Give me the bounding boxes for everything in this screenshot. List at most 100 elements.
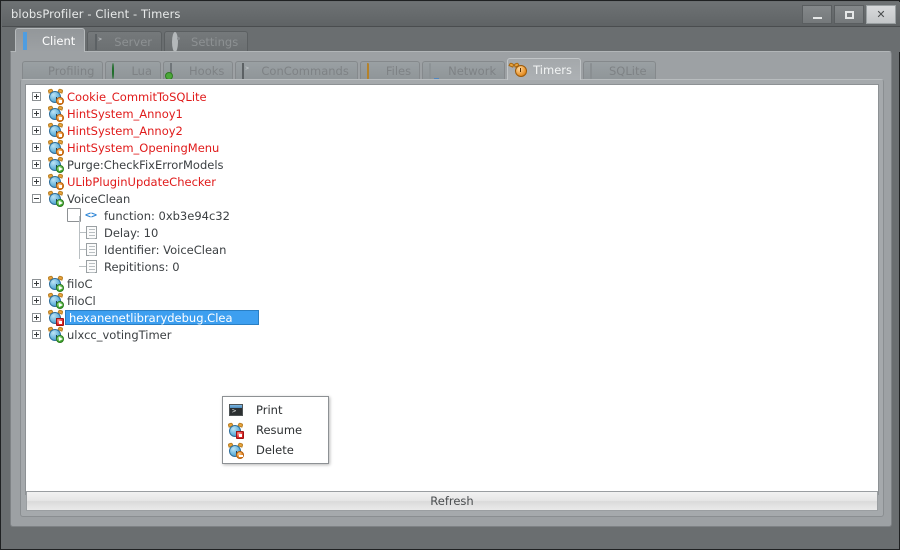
maximize-button[interactable] <box>834 5 864 24</box>
minimize-icon <box>812 16 822 19</box>
expand-toggle-icon[interactable] <box>32 296 41 305</box>
gear-icon <box>172 32 186 52</box>
timer-stopped-icon <box>47 309 64 326</box>
tab-timers-label: Timers <box>533 62 572 77</box>
timer-detail: function: 0xb3e94c32 <box>104 208 230 223</box>
globe-icon <box>112 63 126 79</box>
timer-name: HintSystem_Annoy2 <box>67 123 183 138</box>
table-row[interactable]: filoCl <box>26 292 878 309</box>
tab-sqlite-label: SQLite <box>609 64 647 78</box>
tab-lua-label: Lua <box>131 64 153 78</box>
context-menu-delete-label: Delete <box>256 443 294 457</box>
title-bar: blobsProfiler - Client - Timers ✕ <box>2 2 900 27</box>
timer-name: ULibPluginUpdateChecker <box>67 174 216 189</box>
expand-toggle-icon[interactable] <box>32 313 41 322</box>
table-row[interactable]: ULibPluginUpdateChecker <box>26 173 878 190</box>
timer-paused-icon <box>47 105 64 122</box>
table-row[interactable]: Purge:CheckFixErrorModels <box>26 156 878 173</box>
maximize-icon <box>844 10 854 19</box>
console-icon <box>228 402 244 418</box>
expand-toggle-icon[interactable] <box>32 143 41 152</box>
refresh-button[interactable]: Refresh <box>26 491 878 511</box>
hooks-icon <box>170 63 184 79</box>
timer-paused-icon <box>47 173 64 190</box>
timer-name: HintSystem_Annoy1 <box>67 106 183 121</box>
code-icon: <> <box>84 210 98 221</box>
context-menu-item-delete[interactable]: Delete <box>223 440 328 460</box>
timer-running-icon <box>47 275 64 292</box>
refresh-button-label: Refresh <box>430 494 474 508</box>
inner-tab-bar: Profiling Lua Hooks ConCommands Files Ne… <box>11 57 891 80</box>
tab-hooks[interactable]: Hooks <box>163 61 234 80</box>
table-row[interactable]: ulxcc_votingTimer <box>26 326 878 343</box>
expand-toggle-icon[interactable] <box>32 177 41 186</box>
alarm-clock-icon <box>508 61 528 77</box>
list-item[interactable]: <> function: 0xb3e94c32 <box>26 207 878 224</box>
hourglass-icon <box>29 64 43 78</box>
tab-profiling[interactable]: Profiling <box>22 61 104 80</box>
context-menu-resume-label: Resume <box>256 423 303 437</box>
tab-network[interactable]: Network <box>422 61 506 80</box>
tab-sqlite[interactable]: SQLite <box>583 61 656 80</box>
close-button[interactable]: ✕ <box>866 5 896 24</box>
folder-icon <box>366 63 381 79</box>
timer-name: Cookie_CommitToSQLite <box>67 89 207 104</box>
list-item: Delay: 10 <box>26 216 878 241</box>
context-menu-print-label: Print <box>256 403 283 417</box>
list-item: Repititions: 0 <box>26 250 878 275</box>
tab-timers[interactable]: Timers <box>507 58 581 80</box>
window-controls: ✕ <box>802 5 896 24</box>
tree-rows: Cookie_CommitToSQLite HintSystem_Annoy1 <box>26 88 878 343</box>
tab-lua[interactable]: Lua <box>105 61 162 80</box>
timer-name: filoC <box>67 276 93 291</box>
table-row[interactable]: HintSystem_OpeningMenu <box>26 139 878 156</box>
tab-hooks-label: Hooks <box>189 64 225 78</box>
tab-settings[interactable]: Settings <box>164 31 249 52</box>
timer-detail: Delay: 10 <box>104 225 159 240</box>
tab-server[interactable]: Server <box>87 31 163 52</box>
expand-toggle-icon[interactable] <box>32 109 41 118</box>
context-menu[interactable]: Print Resume <box>222 396 329 464</box>
close-icon: ✕ <box>876 8 886 21</box>
timer-detail: Identifier: VoiceClean <box>104 242 227 257</box>
list-item: Identifier: VoiceClean <box>26 233 878 258</box>
timer-running-icon <box>47 156 64 173</box>
expand-toggle-icon[interactable] <box>32 279 41 288</box>
tab-client[interactable]: Client <box>15 28 86 52</box>
tab-files[interactable]: Files <box>359 61 421 80</box>
network-icon <box>429 63 443 79</box>
tab-settings-label: Settings <box>191 35 239 49</box>
table-row[interactable]: HintSystem_Annoy2 <box>26 122 878 139</box>
timer-running-icon <box>47 292 64 309</box>
expand-toggle-icon[interactable] <box>32 330 41 339</box>
minimize-button[interactable] <box>802 5 832 24</box>
timer-name: filoCl <box>67 293 96 308</box>
timer-name: hexanenetlibrarydebug.Clea <box>69 310 233 325</box>
timer-running-icon <box>47 326 64 343</box>
timer-paused-icon <box>47 139 64 156</box>
timers-content-panel: Cookie_CommitToSQLite HintSystem_Annoy1 <box>20 79 884 517</box>
timer-detail: Repititions: 0 <box>104 259 180 274</box>
context-menu-item-print[interactable]: Print <box>223 400 328 420</box>
expand-toggle-icon[interactable] <box>32 160 41 169</box>
table-row-selected[interactable]: hexanenetlibrarydebug.Clea <box>26 309 878 326</box>
tab-files-label: Files <box>385 64 412 78</box>
collapse-toggle-icon[interactable] <box>32 194 41 203</box>
clock-delete-icon <box>227 442 244 459</box>
client-panel: Profiling Lua Hooks ConCommands Files Ne… <box>10 51 892 527</box>
table-row[interactable]: filoC <box>26 275 878 292</box>
timers-tree[interactable]: Cookie_CommitToSQLite HintSystem_Annoy1 <box>25 84 879 495</box>
document-icon <box>86 226 97 239</box>
document-icon <box>86 243 97 256</box>
expand-toggle-icon[interactable] <box>32 92 41 101</box>
tab-server-label: Server <box>114 35 153 49</box>
tab-concommands[interactable]: ConCommands <box>235 61 358 80</box>
document-icon <box>86 260 97 273</box>
table-row[interactable]: VoiceClean <box>26 190 878 207</box>
expand-toggle-icon[interactable] <box>32 126 41 135</box>
table-row[interactable]: HintSystem_Annoy1 <box>26 105 878 122</box>
table-row[interactable]: Cookie_CommitToSQLite <box>26 88 878 105</box>
context-menu-item-resume[interactable]: Resume <box>223 420 328 440</box>
timer-name: VoiceClean <box>67 191 131 206</box>
tab-network-label: Network <box>448 64 497 78</box>
